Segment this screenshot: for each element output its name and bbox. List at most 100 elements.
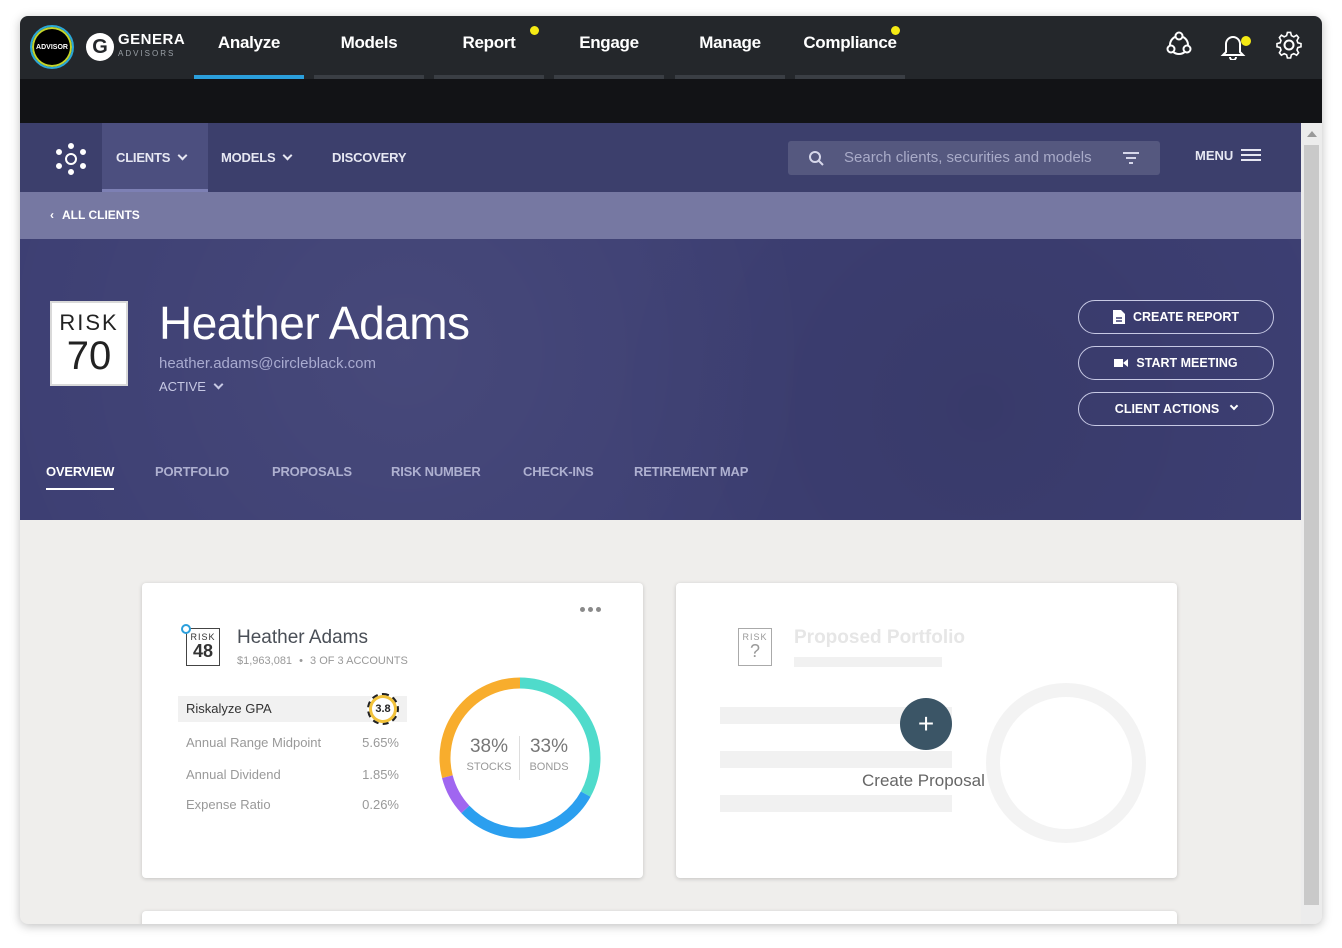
divider: [519, 736, 520, 780]
next-card-partial: [142, 911, 1177, 924]
tab-risk-number[interactable]: RISK NUMBER: [391, 464, 481, 479]
scroll-up-arrow-icon[interactable]: [1307, 131, 1317, 137]
top-nav-report[interactable]: Report: [434, 16, 544, 79]
donut-segment-1[interactable]: [461, 791, 591, 839]
breadcrumb-label: ALL CLIENTS: [62, 208, 140, 222]
tab-retirement-map[interactable]: RETIREMENT MAP: [634, 464, 748, 479]
all-clients-link[interactable]: ‹ ALL CLIENTS: [50, 192, 140, 239]
donut-segment-2[interactable]: [442, 775, 470, 814]
metric-label: Expense Ratio: [186, 797, 271, 812]
placeholder-line: [720, 751, 952, 768]
subnav-label: MODELS: [221, 150, 276, 165]
metric-label: Annual Range Midpoint: [186, 735, 322, 750]
allocation-donut-chart[interactable]: [435, 673, 605, 843]
brand-subtitle: ADVISORS: [118, 49, 176, 58]
metric-label: Annual Dividend: [186, 767, 281, 782]
placeholder-line: [720, 795, 952, 812]
bonds-allocation: 33% BONDS: [524, 736, 574, 773]
client-header: RISK 70 Heather Adams heather.adams@circ…: [20, 239, 1301, 520]
chevron-down-icon: [282, 150, 293, 161]
breadcrumb: ‹ ALL CLIENTS: [20, 192, 1301, 239]
filter-icon[interactable]: [1122, 151, 1140, 165]
stocks-allocation: 38% STOCKS: [464, 736, 514, 773]
create-proposal-label[interactable]: Create Proposal: [862, 771, 985, 791]
vertical-scrollbar[interactable]: [1301, 123, 1322, 924]
risk-number: 70: [66, 334, 112, 378]
client-email: heather.adams@circleblack.com: [159, 355, 376, 372]
current-portfolio-card: RISK 48 Heather Adams $1,963,081 • 3 OF …: [142, 583, 643, 878]
create-report-button[interactable]: CREATE REPORT: [1078, 300, 1274, 334]
subnav-discovery[interactable]: DISCOVERY: [332, 123, 406, 192]
riskalyze-logo-icon[interactable]: [54, 142, 86, 175]
risk-number: ?: [749, 641, 760, 661]
more-options-icon[interactable]: [580, 607, 601, 612]
search-input[interactable]: Search clients, securities and models: [788, 141, 1160, 175]
button-label: START MEETING: [1136, 356, 1238, 370]
top-nav-label: Models: [340, 33, 398, 52]
risk-number: 48: [192, 641, 214, 661]
community-icon[interactable]: [1162, 28, 1196, 62]
separator: •: [299, 655, 303, 667]
proposed-portfolio-title: Proposed Portfolio: [794, 627, 965, 648]
client-actions-button[interactable]: CLIENT ACTIONS: [1078, 392, 1274, 426]
start-meeting-button[interactable]: START MEETING: [1078, 346, 1274, 380]
scroll-thumb[interactable]: [1304, 145, 1319, 905]
chevron-down-icon: [1229, 401, 1239, 411]
top-app-bar: ADVISOR G GENERA ADVISORS Analyze Models…: [20, 16, 1322, 79]
top-nav-compliance[interactable]: Compliance: [795, 16, 905, 79]
metric-value: 1.85%: [362, 767, 399, 782]
tab-proposals[interactable]: PROPOSALS: [272, 464, 352, 479]
gpa-badge[interactable]: 3.8: [367, 693, 399, 725]
bonds-label: BONDS: [529, 761, 569, 773]
secondary-nav: CLIENTS MODELS DISCOVERY Search clients,…: [20, 123, 1301, 192]
risk-label: RISK: [59, 310, 119, 335]
tab-overview[interactable]: OVERVIEW: [46, 464, 115, 490]
bonds-percent: 33%: [529, 736, 569, 757]
top-nav-manage[interactable]: Manage: [675, 16, 785, 79]
subnav-clients[interactable]: CLIENTS: [102, 123, 208, 192]
proposal-risk-badge: RISK ?: [738, 628, 772, 666]
risk-number-badge[interactable]: RISK 70: [50, 301, 128, 386]
search-icon: [809, 151, 824, 166]
advisor-badge[interactable]: ADVISOR: [30, 25, 74, 69]
gpa-row: Riskalyze GPA 3.8: [178, 693, 407, 725]
client-status-dropdown[interactable]: ACTIVE: [159, 379, 224, 394]
metric-row: Expense Ratio 0.26%: [178, 792, 407, 818]
gear-icon[interactable]: [1272, 28, 1306, 62]
top-nav-label: Manage: [699, 33, 761, 52]
chevron-down-icon: [213, 379, 224, 390]
subnav-label: DISCOVERY: [332, 150, 407, 165]
metric-row: Annual Dividend 1.85%: [178, 762, 407, 788]
status-label: ACTIVE: [159, 379, 206, 394]
toolbar-band: [20, 79, 1322, 123]
top-nav-analyze[interactable]: Analyze: [194, 16, 304, 79]
notification-dot: [530, 26, 539, 35]
subnav-models[interactable]: MODELS: [221, 123, 293, 192]
bell-icon[interactable]: [1216, 28, 1251, 62]
stocks-percent: 38%: [469, 736, 509, 757]
accounts-count: 3 OF 3 ACCOUNTS: [310, 655, 408, 667]
gpa-label: Riskalyze GPA: [186, 701, 272, 716]
subnav-label: CLIENTS: [116, 150, 171, 165]
top-nav-label: Report: [462, 33, 516, 52]
top-nav-models[interactable]: Models: [314, 16, 424, 79]
client-name: Heather Adams: [159, 297, 470, 349]
proposed-portfolio-card: RISK ? Proposed Portfolio + Create Propo…: [676, 583, 1177, 878]
chevron-down-icon: [177, 150, 188, 161]
top-nav-label: Engage: [579, 33, 639, 52]
document-icon: [1112, 310, 1125, 324]
tab-portfolio[interactable]: PORTFOLIO: [155, 464, 229, 479]
portfolio-summary: $1,963,081 • 3 OF 3 ACCOUNTS: [237, 655, 408, 667]
placeholder-line: [794, 657, 942, 667]
top-nav-engage[interactable]: Engage: [554, 16, 664, 79]
app-window: ADVISOR G GENERA ADVISORS Analyze Models…: [20, 16, 1322, 924]
menu-button[interactable]: MENU: [1195, 147, 1262, 163]
notification-dot: [1241, 36, 1251, 46]
metric-value: 5.65%: [362, 735, 399, 750]
video-camera-icon: [1114, 359, 1129, 367]
tab-check-ins[interactable]: CHECK-INS: [523, 464, 594, 479]
portfolio-client-name: Heather Adams: [237, 627, 368, 648]
add-proposal-button[interactable]: +: [900, 698, 952, 750]
search-placeholder: Search clients, securities and models: [844, 149, 1092, 166]
portfolio-risk-badge[interactable]: RISK 48: [186, 628, 220, 666]
